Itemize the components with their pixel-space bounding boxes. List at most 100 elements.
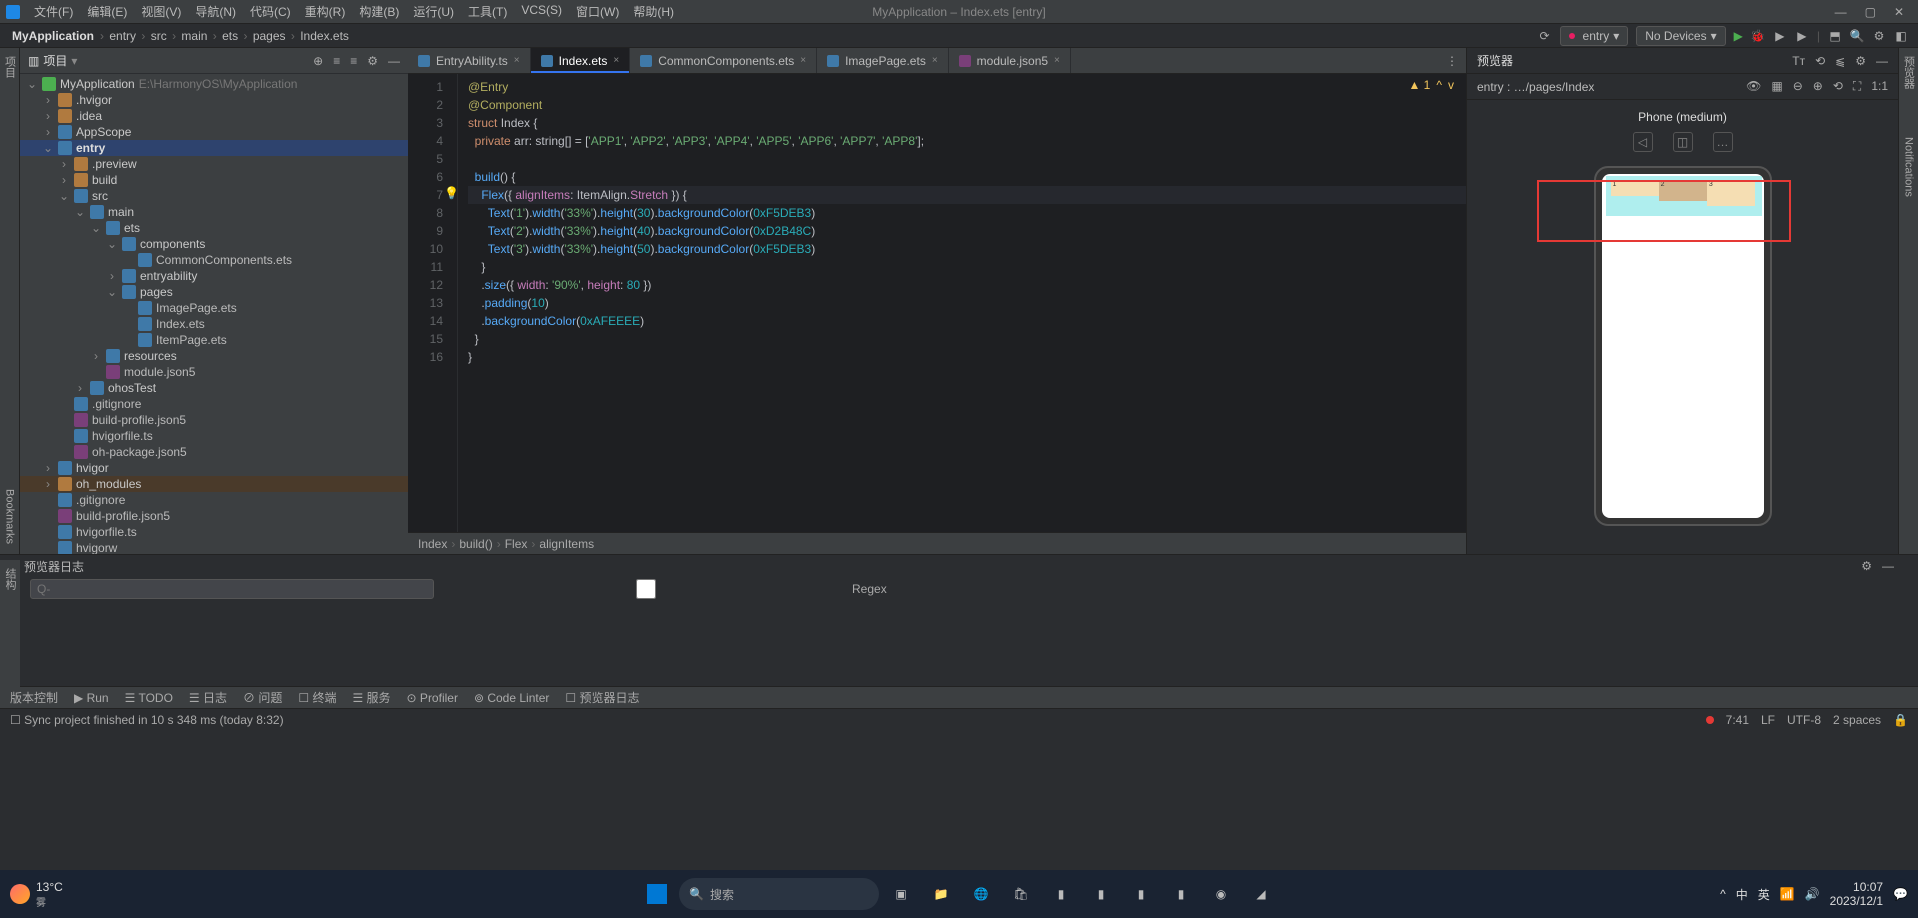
device-selector[interactable]: No Devices ▾ (1636, 26, 1725, 46)
menu-item[interactable]: 导航(N) (189, 1, 242, 22)
sync-icon[interactable]: ⟳ (1538, 29, 1552, 43)
notifications-tab[interactable]: Notifications (1903, 133, 1915, 201)
error-indicator-icon[interactable] (1706, 716, 1714, 724)
tree-row[interactable]: ⌄src (20, 188, 408, 204)
bottom-tool-item[interactable]: ▶ Run (74, 691, 109, 705)
menu-item[interactable]: 帮助(H) (627, 1, 680, 22)
tree-row[interactable]: module.json5 (20, 364, 408, 380)
tree-row[interactable]: .gitignore (20, 492, 408, 508)
tree-row[interactable]: ⌄pages (20, 284, 408, 300)
notifications-icon[interactable]: ◧ (1894, 29, 1908, 43)
bottom-tool-item[interactable]: ☐ 预览器日志 (565, 689, 639, 706)
collapse-icon[interactable]: ≡ (350, 54, 357, 68)
fullscreen-icon[interactable]: ⛶ (1853, 79, 1861, 94)
rotate-icon[interactable]: ⟲ (1833, 79, 1843, 94)
coverage-icon[interactable]: ▶ (1773, 29, 1787, 43)
menu-item[interactable]: 构建(B) (353, 1, 405, 22)
build-icon[interactable]: ⬒ (1828, 29, 1842, 43)
tree-row[interactable]: build-profile.json5 (20, 412, 408, 428)
project-tool-tab[interactable]: 项目 (2, 52, 18, 82)
weather-widget[interactable]: 13°C 雾 (10, 880, 63, 909)
settings-icon[interactable]: ⚙ (1872, 29, 1886, 43)
menu-item[interactable]: 编辑(E) (81, 1, 133, 22)
locate-icon[interactable]: ⊕ (313, 54, 323, 68)
settings-icon[interactable]: ⚙ (367, 54, 378, 68)
split-icon[interactable]: ◫ (1673, 132, 1693, 152)
bookmarks-tool-tab[interactable]: Bookmarks (4, 485, 16, 548)
task-view-icon[interactable]: ▣ (883, 876, 919, 912)
run-icon[interactable]: ▶ (1734, 29, 1743, 43)
tree-row[interactable]: ›.preview (20, 156, 408, 172)
menu-item[interactable]: VCS(S) (515, 1, 568, 22)
readonly-icon[interactable]: 🔒 (1893, 713, 1908, 727)
code-crumb-item[interactable]: build() (459, 537, 492, 551)
tree-row[interactable]: ›ohosTest (20, 380, 408, 396)
breadcrumb-item[interactable]: pages (251, 29, 288, 43)
editor-tab[interactable]: module.json5× (949, 48, 1071, 73)
log-search-input[interactable] (30, 579, 434, 599)
search-everywhere-icon[interactable]: 🔍 (1850, 29, 1864, 43)
bottom-tool-item[interactable]: ☐ 终端 (298, 689, 336, 706)
settings-icon[interactable]: ⚙ (1855, 54, 1866, 68)
hide-icon[interactable]: — (388, 54, 400, 68)
code-crumb-item[interactable]: Index (418, 537, 447, 551)
bottom-tool-item[interactable]: ⊘ 问题 (243, 689, 282, 706)
menu-item[interactable]: 运行(U) (407, 1, 460, 22)
datagrip-icon[interactable]: ▮ (1123, 876, 1159, 912)
editor-tab[interactable]: EntryAbility.ts× (408, 48, 531, 73)
tree-row[interactable]: ItemPage.ets (20, 332, 408, 348)
tree-row[interactable]: hvigorfile.ts (20, 524, 408, 540)
explorer-icon[interactable]: 📁 (923, 876, 959, 912)
bottom-tool-item[interactable]: ☰ 日志 (189, 689, 227, 706)
code-editor[interactable]: 12345678910111213141516 @Entry@Component… (408, 74, 1466, 532)
tree-row[interactable]: ›AppScope (20, 124, 408, 140)
deveco-icon[interactable]: ◢ (1243, 876, 1279, 912)
tree-row[interactable]: oh-package.json5 (20, 444, 408, 460)
hide-icon[interactable]: — (1882, 559, 1894, 573)
menu-item[interactable]: 重构(R) (299, 1, 352, 22)
code-crumb-item[interactable]: Flex (505, 537, 528, 551)
filter-icon[interactable]: ⫹ (1835, 54, 1845, 68)
tree-row[interactable]: .gitignore (20, 396, 408, 412)
code-crumb-item[interactable]: alignItems (539, 537, 594, 551)
lang-indicator[interactable]: 英 (1758, 886, 1770, 903)
bottom-tool-item[interactable]: 版本控制 (10, 689, 58, 706)
hide-icon[interactable]: — (1876, 54, 1888, 68)
close-tab-icon[interactable]: × (1054, 55, 1060, 66)
tray-chevron-icon[interactable]: ^ (1720, 887, 1726, 901)
start-button[interactable] (639, 876, 675, 912)
breadcrumb-item[interactable]: src (149, 29, 169, 43)
tree-row[interactable]: ›resources (20, 348, 408, 364)
close-tab-icon[interactable]: × (613, 55, 619, 66)
edge-icon[interactable]: 🌐 (963, 876, 999, 912)
tree-row[interactable]: ›oh_modules (20, 476, 408, 492)
close-tab-icon[interactable]: × (514, 55, 520, 66)
expand-icon[interactable]: ≡ (333, 54, 340, 68)
menu-item[interactable]: 代码(C) (244, 1, 297, 22)
bottom-tool-item[interactable]: ⊚ Code Linter (474, 691, 549, 705)
breadcrumb-item[interactable]: ets (220, 29, 240, 43)
tree-row[interactable]: ›entryability (20, 268, 408, 284)
pycharm-icon[interactable]: ▮ (1083, 876, 1119, 912)
taskbar-search[interactable]: 🔍搜索 (679, 878, 879, 910)
taskbar-clock[interactable]: 10:07 2023/12/1 (1830, 880, 1883, 909)
previewer-tab[interactable]: 预览器 (1901, 52, 1917, 93)
structure-tab[interactable]: 结构 (2, 564, 18, 594)
tree-row[interactable]: ›hvigor (20, 460, 408, 476)
project-tree[interactable]: ⌄MyApplicationE:\HarmonyOS\MyApplication… (20, 74, 408, 554)
code-content[interactable]: @Entry@Componentstruct Index { private a… (458, 74, 1466, 532)
tree-row[interactable]: ⌄MyApplicationE:\HarmonyOS\MyApplication (20, 76, 408, 92)
zoom-out-icon[interactable]: ⊖ (1793, 79, 1803, 94)
tree-row[interactable]: ⌄ets (20, 220, 408, 236)
store-icon[interactable]: 🛍 (1003, 876, 1039, 912)
tree-row[interactable]: hvigorfile.ts (20, 428, 408, 444)
indent-status[interactable]: 2 spaces (1833, 713, 1881, 727)
regex-checkbox[interactable]: Regex (444, 579, 887, 599)
tree-row[interactable]: Index.ets (20, 316, 408, 332)
intention-bulb-icon[interactable]: 💡 (444, 186, 459, 200)
wifi-icon[interactable]: 📶 (1780, 887, 1795, 901)
tree-row[interactable]: hvigorw (20, 540, 408, 554)
text-size-icon[interactable]: Tᴛ (1792, 54, 1805, 68)
line-sep-status[interactable]: LF (1761, 713, 1775, 727)
tree-row[interactable]: CommonComponents.ets (20, 252, 408, 268)
